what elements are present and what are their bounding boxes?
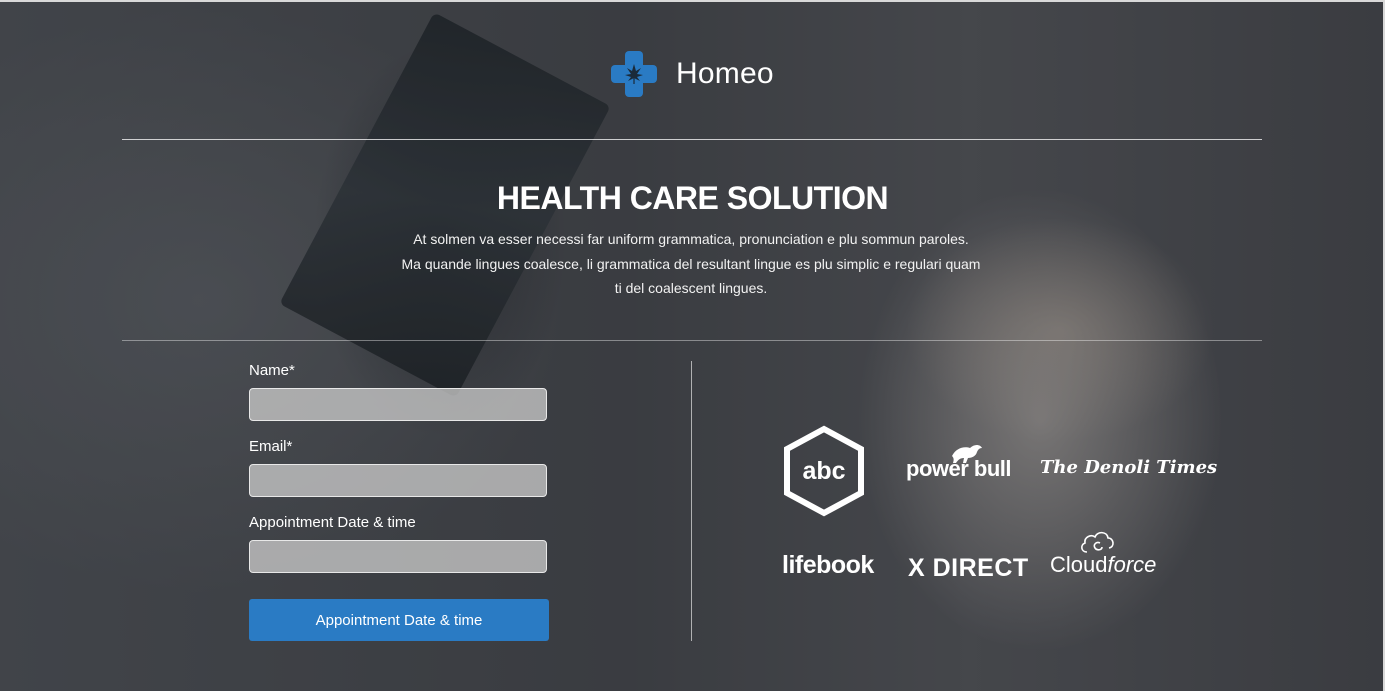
medical-cross-icon bbox=[610, 50, 658, 98]
name-field[interactable] bbox=[249, 388, 547, 421]
hero-description-line: ti del coalescent lingues. bbox=[614, 280, 768, 296]
appointment-datetime-label: Appointment Date & time bbox=[249, 514, 416, 531]
partner-logo-lifebook: lifebook bbox=[782, 551, 874, 579]
email-field[interactable] bbox=[249, 464, 547, 497]
hero-description: At solmen va esser necessi far uniform g… bbox=[380, 227, 1002, 301]
partner-logo-abc: abc bbox=[782, 425, 866, 517]
header-divider bbox=[122, 139, 1262, 140]
name-label: Name* bbox=[249, 362, 295, 379]
appointment-datetime-field[interactable] bbox=[249, 540, 547, 573]
section-divider bbox=[122, 340, 1262, 341]
appointment-submit-button[interactable]: Appointment Date & time bbox=[249, 599, 549, 641]
hero-title: HEALTH CARE SOLUTION bbox=[496, 180, 889, 216]
bull-icon bbox=[952, 445, 982, 463]
partner-logo-power-bull: power bull bbox=[906, 445, 1012, 482]
partner-logo-abc-text: abc bbox=[802, 456, 846, 485]
vertical-divider bbox=[691, 361, 692, 641]
brand-logo[interactable]: Homeo bbox=[610, 50, 774, 98]
background-overlay bbox=[0, 0, 1385, 691]
partner-logo-denoli-times: The Denoli Times bbox=[1040, 457, 1218, 478]
hero-description-line: At solmen va esser necessi far uniform g… bbox=[413, 231, 969, 247]
hero-description-line: Ma quande lingues coalesce, li grammatic… bbox=[401, 255, 981, 272]
partner-logo-cloudforce-suffix: force bbox=[1107, 552, 1157, 577]
email-label: Email* bbox=[249, 438, 293, 455]
brand-name: Homeo bbox=[676, 57, 774, 90]
partner-logo-x-direct: X DIRECT bbox=[908, 554, 1029, 582]
partner-logo-cloudforce-text: Cloud bbox=[1050, 552, 1108, 577]
partner-logo-cloudforce: Cloudforce bbox=[1050, 552, 1156, 578]
frame-top-border bbox=[0, 0, 1385, 2]
